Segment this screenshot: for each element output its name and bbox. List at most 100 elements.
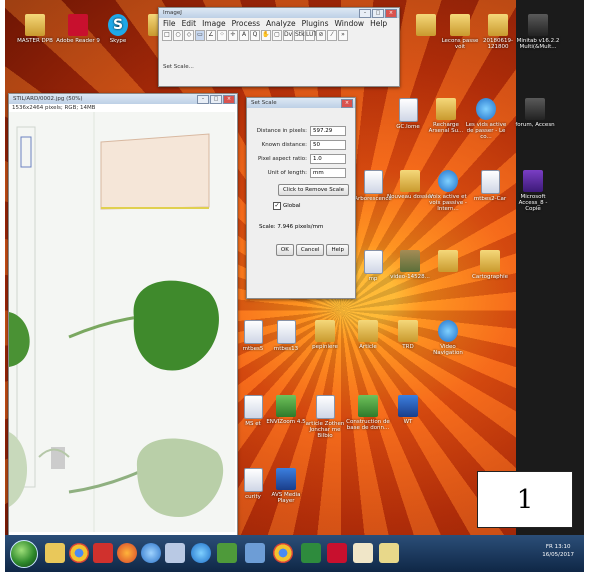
known-distance-input[interactable]	[310, 140, 346, 150]
folder-icon	[488, 14, 508, 36]
tool-button[interactable]: ○	[173, 30, 183, 41]
green-icon	[276, 395, 296, 417]
scale-readout: Scale: 7.946 pixels/mm	[259, 224, 324, 230]
close-button[interactable]: ×	[341, 99, 353, 108]
menu-plugins[interactable]: Plugins	[302, 19, 329, 28]
ok-button[interactable]: OK	[275, 244, 294, 256]
ie-icon[interactable]	[191, 543, 211, 563]
tool-button[interactable]: ▭	[195, 30, 205, 41]
desktop-icon[interactable]: article Zothen Jonchar me Bilbio	[302, 395, 348, 439]
folder-icon	[400, 170, 420, 192]
cancel-button[interactable]: Cancel	[295, 244, 325, 256]
help-button[interactable]: Help	[326, 244, 349, 256]
acrobat-icon[interactable]	[327, 543, 347, 563]
window-icon[interactable]	[165, 543, 185, 563]
tool-button[interactable]: ▢	[272, 30, 282, 41]
unit-length-row: Unit of length:	[247, 168, 355, 178]
close-button[interactable]: ×	[223, 95, 235, 104]
tool-button[interactable]: □	[162, 30, 172, 41]
desktop-icon-label: pepiniere	[312, 344, 338, 350]
excel-icon[interactable]	[301, 543, 321, 563]
menu-edit[interactable]: Edit	[182, 19, 197, 28]
desktop-icon[interactable]: pepiniere	[302, 320, 348, 350]
language-indicator[interactable]: FR	[546, 544, 553, 550]
tool-button[interactable]: LUT	[305, 30, 317, 41]
folder-icon	[480, 250, 500, 272]
tool-button[interactable]: »	[338, 30, 348, 41]
tool-button[interactable]: ⁄	[327, 30, 337, 41]
desktop-icon[interactable]: AVS Media Player	[263, 468, 309, 504]
global-label: Global	[283, 203, 301, 209]
notepad-icon[interactable]	[379, 543, 399, 563]
app-red-icon[interactable]	[93, 543, 113, 563]
set-scale-titlebar[interactable]: Set Scale ×	[247, 98, 355, 108]
desktop-icon[interactable]: Minitab v16.2.2 Multi(&Mult...	[515, 14, 561, 50]
unit-length-input[interactable]	[310, 168, 346, 178]
start-button[interactable]	[10, 540, 38, 568]
tool-button[interactable]: A	[239, 30, 249, 41]
imagej-window: ImageJ – □ × File Edit Image Process Ana…	[158, 7, 400, 87]
desktop-icon[interactable]: Microsoft Access_8 - Copie	[510, 170, 556, 212]
menu-process[interactable]: Process	[232, 19, 260, 28]
chrome-icon[interactable]	[69, 543, 89, 563]
menu-image[interactable]: Image	[202, 19, 226, 28]
desktop-icon[interactable]: Cartographie	[467, 250, 513, 280]
sk-icon: S	[108, 14, 128, 36]
image-window: STIL/ARD/0002.jpg (50%) – □ × 1536x2464 …	[8, 93, 238, 537]
close-button[interactable]: ×	[385, 9, 397, 18]
desktop-icon[interactable]	[425, 250, 471, 274]
explorer-icon[interactable]	[45, 543, 65, 563]
pixel-aspect-input[interactable]	[310, 154, 346, 164]
remove-scale-button[interactable]: Click to Remove Scale	[278, 184, 349, 196]
desktop-icon[interactable]: Les vids active de passer - Le co...	[463, 98, 509, 140]
tool-button[interactable]: ∠	[206, 30, 216, 41]
minimize-button[interactable]: –	[197, 95, 209, 104]
image-viewer-icon[interactable]	[245, 543, 265, 563]
firefox-icon[interactable]	[117, 543, 137, 563]
desktop-icon[interactable]: MASTER DPB	[12, 14, 58, 44]
tool-button[interactable]: Stk	[294, 30, 305, 41]
clock-time: 13:10	[554, 544, 571, 550]
global-checkbox[interactable]: ✓	[273, 202, 281, 210]
desktop-icon[interactable]: Voix active et voix passive - Intern...	[425, 170, 471, 212]
desktop-icon[interactable]: mtbes2-Car	[467, 170, 513, 202]
tool-button[interactable]: ✛	[228, 30, 238, 41]
set-scale-title: Set Scale	[251, 100, 277, 106]
tool-button[interactable]: ⁘	[217, 30, 227, 41]
distance-pixels-input[interactable]	[310, 126, 346, 136]
desktop-icon[interactable]: forum, Accesn	[512, 98, 558, 128]
tool-button[interactable]: ◇	[184, 30, 194, 41]
chart-app-icon[interactable]	[217, 543, 237, 563]
maximize-button[interactable]: □	[210, 95, 222, 104]
minimize-button[interactable]: –	[359, 9, 371, 18]
distance-pixels-row: Distance in pixels:	[247, 126, 355, 136]
scanned-leaf-image[interactable]	[9, 112, 235, 532]
ie-icon	[476, 98, 496, 120]
desktop-icon[interactable]: Video Navigation	[425, 320, 471, 356]
menu-help[interactable]: Help	[370, 19, 387, 28]
system-clock[interactable]: FR 13:10 16/05/2017	[542, 543, 574, 559]
distance-pixels-label: Distance in pixels:	[256, 128, 307, 134]
tool-button[interactable]: Dv	[283, 30, 293, 41]
tool-button[interactable]: ⊘	[316, 30, 326, 41]
globe-icon[interactable]	[141, 543, 161, 563]
doc-icon	[276, 320, 296, 344]
tool-button[interactable]: Q	[250, 30, 260, 41]
menu-window[interactable]: Window	[334, 19, 364, 28]
chrome2-icon[interactable]	[273, 543, 293, 563]
maximize-button[interactable]: □	[372, 9, 384, 18]
ie-icon	[438, 320, 458, 342]
menu-analyze[interactable]: Analyze	[266, 19, 296, 28]
desktop-icon-label: Les vids active de passer - Le co...	[465, 122, 507, 140]
desktop-icon[interactable]: WT	[385, 395, 431, 425]
image-window-titlebar[interactable]: STIL/ARD/0002.jpg (50%) – □ ×	[9, 94, 237, 104]
doc-icon	[363, 170, 383, 194]
imagej-status: Set Scale...	[163, 64, 194, 70]
doc-icon	[243, 320, 263, 344]
imagej-titlebar[interactable]: ImageJ – □ ×	[159, 8, 399, 18]
folder-icon	[438, 250, 458, 272]
tool-button[interactable]: ✋	[261, 30, 271, 41]
menu-file[interactable]: File	[163, 19, 176, 28]
java-icon[interactable]	[353, 543, 373, 563]
desktop-icon-label: forum, Accesn	[515, 122, 555, 128]
